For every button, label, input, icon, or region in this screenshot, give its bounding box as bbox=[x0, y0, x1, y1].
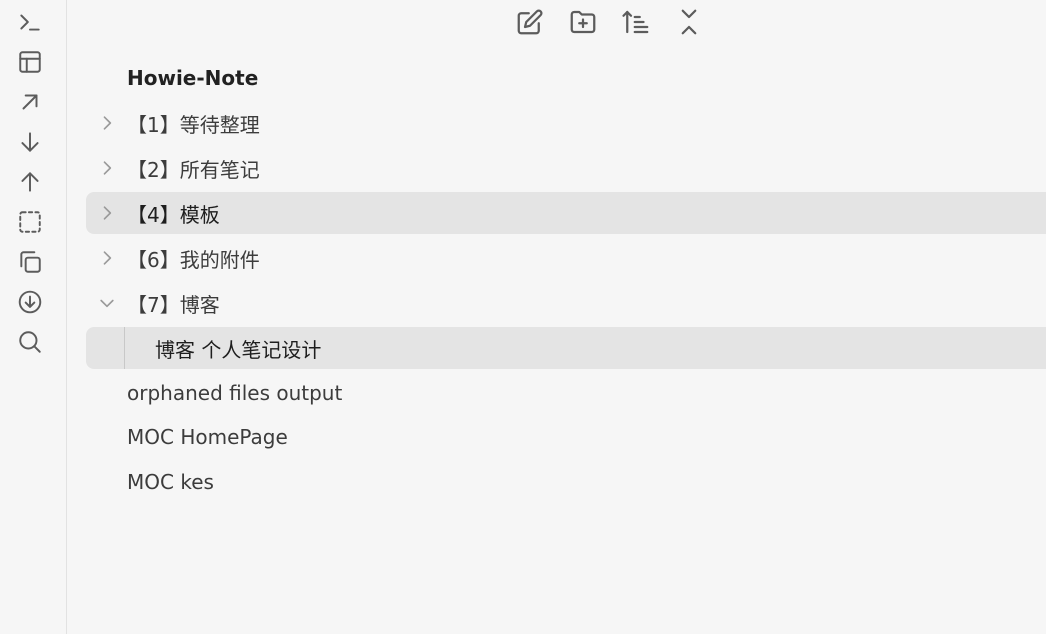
copy-icon bbox=[20, 251, 41, 273]
terminal-icon bbox=[20, 14, 40, 31]
tree-file[interactable]: MOC kes bbox=[86, 461, 1046, 503]
sort-button[interactable] bbox=[617, 4, 655, 40]
arrow-down-icon bbox=[21, 132, 39, 152]
new-folder-icon bbox=[570, 10, 596, 34]
indent-guide bbox=[124, 327, 125, 369]
copy-button[interactable] bbox=[12, 245, 48, 279]
tree-item-label: 【1】等待整理 bbox=[127, 112, 260, 137]
chevron-right-icon[interactable] bbox=[96, 247, 118, 269]
dashed-square-icon bbox=[19, 211, 41, 233]
arrow-up-icon bbox=[21, 172, 39, 192]
search-icon bbox=[19, 331, 41, 353]
select-button[interactable] bbox=[12, 205, 48, 239]
open-link-button[interactable] bbox=[12, 85, 48, 119]
tree-file-active[interactable]: 博客 个人笔记设计 bbox=[86, 327, 1046, 369]
move-down-button[interactable] bbox=[12, 125, 48, 159]
move-up-button[interactable] bbox=[12, 165, 48, 199]
new-folder-button[interactable] bbox=[564, 4, 602, 40]
tree-item-label: MOC kes bbox=[127, 470, 214, 494]
new-note-button[interactable] bbox=[511, 4, 549, 40]
tree-folder-7[interactable]: 【7】博客 bbox=[86, 282, 1046, 324]
tree-item-label: MOC HomePage bbox=[127, 425, 288, 449]
tree-folder-6[interactable]: 【6】我的附件 bbox=[86, 237, 1046, 279]
terminal-button[interactable] bbox=[12, 5, 48, 39]
tree-folder-1[interactable]: 【1】等待整理 bbox=[86, 102, 1046, 144]
file-explorer: Howie-Note 【1】等待整理 【2】所有笔记 【4】模板 【6】我的附件… bbox=[68, 0, 1046, 634]
collapse-all-icon bbox=[681, 9, 697, 35]
chevron-right-icon[interactable] bbox=[96, 202, 118, 224]
app-window: Howie-Note 【1】等待整理 【2】所有笔记 【4】模板 【6】我的附件… bbox=[0, 0, 1046, 634]
ribbon bbox=[0, 0, 67, 634]
tree-item-label: 【6】我的附件 bbox=[127, 247, 260, 272]
arrow-up-right-icon bbox=[22, 94, 38, 110]
tree-folder-2[interactable]: 【2】所有笔记 bbox=[86, 147, 1046, 189]
chevron-down-icon[interactable] bbox=[96, 292, 118, 314]
new-note-icon bbox=[517, 9, 543, 35]
tree-file[interactable]: MOC HomePage bbox=[86, 416, 1046, 458]
nav-header bbox=[68, 0, 1046, 46]
layout-icon bbox=[19, 51, 41, 73]
tree-item-label: 【7】博客 bbox=[127, 292, 220, 317]
tree-item-label: 【2】所有笔记 bbox=[127, 157, 260, 182]
vault-title[interactable]: Howie-Note bbox=[127, 62, 258, 94]
download-circle-icon bbox=[18, 290, 42, 314]
search-button[interactable] bbox=[12, 325, 48, 359]
tree-folder-4[interactable]: 【4】模板 bbox=[86, 192, 1046, 234]
tree-item-label: 博客 个人笔记设计 bbox=[155, 337, 322, 362]
chevron-right-icon[interactable] bbox=[96, 112, 118, 134]
chevron-right-icon[interactable] bbox=[96, 157, 118, 179]
tree-item-label: orphaned files output bbox=[127, 381, 343, 405]
layout-button[interactable] bbox=[12, 45, 48, 79]
tree-item-label: 【4】模板 bbox=[127, 202, 220, 227]
tree-file[interactable]: orphaned files output bbox=[86, 372, 1046, 414]
sort-icon bbox=[622, 10, 649, 34]
download-button[interactable] bbox=[12, 285, 48, 319]
collapse-all-button[interactable] bbox=[670, 4, 708, 40]
